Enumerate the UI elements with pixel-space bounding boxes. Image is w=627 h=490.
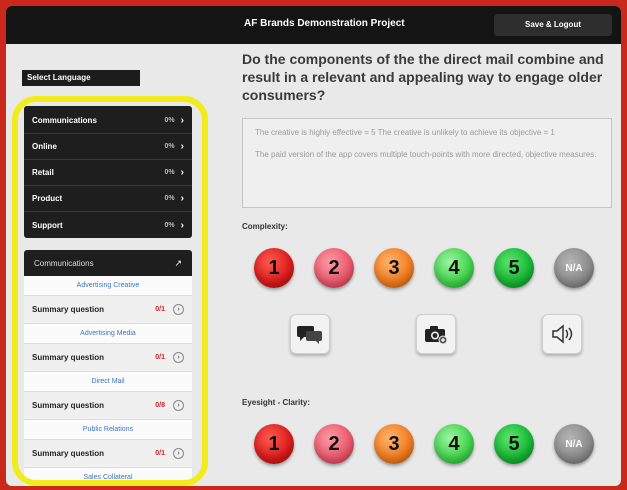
summary-label: Summary question [32,353,105,362]
rating-button-na[interactable]: N/A [554,248,594,288]
select-language-button[interactable]: Select Language [22,70,140,86]
section-sales-collateral[interactable]: Sales Collateral [24,468,192,486]
subcategory-title: Communications [34,258,94,268]
rating-button-4[interactable]: 4 [434,424,474,464]
rating-button-2[interactable]: 2 [314,248,354,288]
section-advertising-creative[interactable]: Advertising Creative [24,276,192,296]
back-arrow-icon[interactable]: ↗ [174,258,182,269]
rating-button-1[interactable]: 1 [254,424,294,464]
summary-score: 0/1 [155,450,165,457]
info-icon[interactable]: › [173,400,184,411]
rating-row-eyesight: 1 2 3 4 5 N/A [254,422,594,466]
rating-button-3[interactable]: 3 [374,424,414,464]
question-text: Do the components of the the direct mail… [242,51,604,103]
summary-label: Summary question [32,401,105,410]
summary-row[interactable]: Summary question 0/1 › [24,344,192,372]
category-percent: 0% [164,169,175,176]
category-list: Communications 0% › Online 0% › Retail 0… [24,106,192,238]
info-icon[interactable]: › [173,352,184,363]
rating-label-complexity: Complexity: [242,222,288,231]
rating-button-2[interactable]: 2 [314,424,354,464]
chevron-right-icon: › [180,115,184,126]
category-name: Communications [32,116,97,125]
category-name: Retail [32,168,54,177]
save-logout-button[interactable]: Save & Logout [494,14,612,36]
rating-button-na[interactable]: N/A [554,424,594,464]
category-name: Support [32,220,63,230]
info-icon[interactable]: › [173,448,184,459]
section-direct-mail[interactable]: Direct Mail [24,372,192,392]
camera-icon[interactable] [416,314,456,354]
speaker-icon[interactable] [542,314,582,354]
category-item-product[interactable]: Product 0% › [24,186,192,212]
summary-score: 0/8 [155,402,165,409]
section-public-relations[interactable]: Public Relations [24,420,192,440]
category-percent: 0% [164,195,175,202]
chevron-right-icon: › [180,141,184,152]
comments-icon[interactable] [290,314,330,354]
chevron-right-icon: › [180,219,184,231]
summary-score: 0/1 [155,354,165,361]
summary-row[interactable]: Summary question 0/1 › [24,440,192,468]
rating-label-eyesight: Eyesight - Clarity: [242,398,311,407]
category-percent: 0% [164,143,175,150]
rating-button-5[interactable]: 5 [494,248,534,288]
rating-button-4[interactable]: 4 [434,248,474,288]
rating-button-3[interactable]: 3 [374,248,414,288]
category-item-online[interactable]: Online 0% › [24,134,192,160]
category-item-support[interactable]: Support 0% › [24,212,192,238]
category-percent: 0% [164,117,175,124]
subcategory-panel: Communications ↗ Advertising Creative Su… [24,250,192,486]
summary-label: Summary question [32,449,105,458]
guidance-line: The creative is highly effective = 5 The… [255,128,555,137]
category-percent: 0% [164,221,175,229]
app-window: AF Brands Demonstration Project Save & L… [6,6,621,486]
tools-row [290,314,590,358]
section-advertising-media[interactable]: Advertising Media [24,324,192,344]
category-item-retail[interactable]: Retail 0% › [24,160,192,186]
rating-row-complexity: 1 2 3 4 5 N/A [254,246,594,290]
category-item-communications[interactable]: Communications 0% › [24,108,192,134]
top-bar: AF Brands Demonstration Project Save & L… [6,6,621,44]
subcategory-header[interactable]: Communications ↗ [24,250,192,276]
summary-score: 0/1 [155,306,165,313]
summary-row[interactable]: Summary question 0/1 › [24,296,192,324]
chevron-right-icon: › [180,193,184,204]
category-name: Online [32,142,57,151]
info-icon[interactable]: › [173,304,184,315]
project-title: AF Brands Demonstration Project [244,18,405,29]
category-name: Product [32,194,63,203]
guidance-line: The paid version of the app covers multi… [255,150,597,159]
summary-row[interactable]: Summary question 0/8 › [24,392,192,420]
rating-button-5[interactable]: 5 [494,424,534,464]
chevron-right-icon: › [180,167,184,178]
rating-button-1[interactable]: 1 [254,248,294,288]
summary-label: Summary question [32,305,105,314]
guidance-note: The creative is highly effective = 5 The… [242,118,612,208]
